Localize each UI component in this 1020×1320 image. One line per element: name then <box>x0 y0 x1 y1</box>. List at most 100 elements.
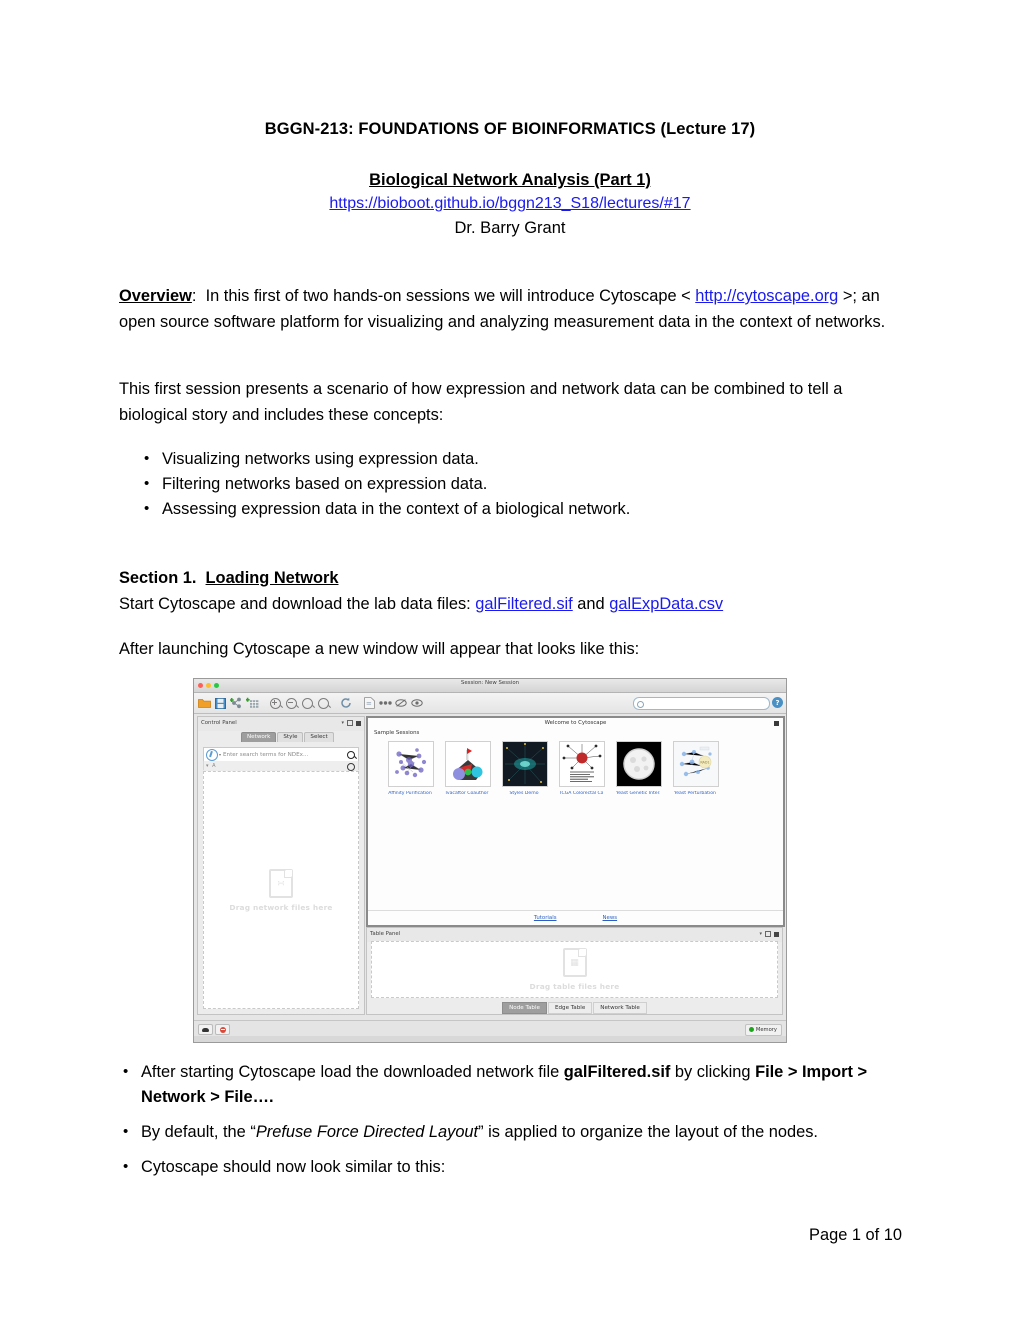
help-icon[interactable]: ? <box>772 697 783 708</box>
tab-edge-table[interactable]: Edge Table <box>547 1002 593 1014</box>
chevron-down-icon[interactable]: ▾ <box>341 720 344 726</box>
list-item: After starting Cytoscape load the downlo… <box>119 1059 904 1110</box>
network-dropzone-label: Drag network files here <box>229 902 333 912</box>
float-panel-icon[interactable] <box>765 931 771 937</box>
chevron-down-icon[interactable]: ▾ <box>759 931 762 937</box>
sample-session-item[interactable]: TCGA Colorectal Can... <box>559 741 605 797</box>
tutorials-link[interactable]: Tutorials <box>534 915 557 921</box>
open-session-icon[interactable] <box>197 696 211 710</box>
yeast-perturbation-thumbnail[interactable]: RAD1 <box>673 741 719 787</box>
section-1-heading: Section 1. Loading Network <box>119 566 891 592</box>
news-link[interactable]: News <box>603 915 618 921</box>
sample-session-item[interactable]: RAD1 Yeast Perturbation <box>673 741 719 797</box>
welcome-panel-title: Welcome to Cytoscape <box>544 720 607 726</box>
ivacaftor-coauthor-thumbnail[interactable] <box>445 741 491 787</box>
sample-session-item[interactable]: Styles Demo <box>502 741 548 797</box>
network-file-icon: ∺ <box>269 868 293 898</box>
search-icon[interactable] <box>347 751 355 759</box>
galexpdata-csv-link[interactable]: galExpData.csv <box>609 595 723 613</box>
close-panel-icon[interactable] <box>356 720 361 726</box>
cytoscape-titlebar: Session: New Session <box>194 679 786 693</box>
zoom-in-icon[interactable] <box>268 696 282 710</box>
welcome-panel-header: Welcome to Cytoscape <box>368 718 783 730</box>
yeast-genetic-interactions-thumbnail[interactable] <box>616 741 662 787</box>
error-status-icon[interactable] <box>215 1024 230 1035</box>
subtitle-block: Biological Network Analysis (Part 1) htt… <box>0 168 1020 240</box>
section-1-body-text: Start Cytoscape and download the lab dat… <box>119 594 476 613</box>
table-dropzone[interactable]: ▦ Drag table files here <box>371 941 778 998</box>
chevron-down-icon[interactable]: ▾ <box>219 752 221 757</box>
tab-network[interactable]: Network <box>241 731 277 742</box>
sample-session-label: TCGA Colorectal Can... <box>559 791 603 796</box>
step-2-text-pre: By default, the “ <box>141 1123 256 1141</box>
cytoscape-screenshot-image: Session: New Session ? Control Panel ▾ N… <box>193 678 787 1043</box>
status-bar: Memory <box>194 1020 786 1036</box>
close-icon[interactable] <box>774 721 779 726</box>
export-image-icon[interactable] <box>362 696 376 710</box>
sample-session-label: Ivacaftor Coauthor <box>445 791 489 796</box>
control-panel-buttons[interactable]: ▾ <box>341 720 361 726</box>
show-all-icon[interactable] <box>410 696 424 710</box>
import-network-icon[interactable] <box>229 696 243 710</box>
close-panel-icon[interactable] <box>774 931 779 937</box>
tab-select[interactable]: Select <box>304 731 334 742</box>
lecture-url-link[interactable]: https://bioboot.github.io/bggn213_S18/le… <box>0 192 1020 216</box>
overview-colon: : <box>191 287 197 305</box>
network-dropzone[interactable]: ∺ Drag network files here <box>203 771 359 1009</box>
global-search-input[interactable] <box>633 697 770 710</box>
float-panel-icon[interactable] <box>347 720 353 726</box>
session-title: Session: New Session <box>460 680 520 686</box>
list-item: Cytoscape should now look similar to thi… <box>119 1154 904 1180</box>
table-panel: Table Panel ▾ ▦ Drag table files here No… <box>366 927 783 1015</box>
share-nodes-glyph: ∺ <box>277 878 285 889</box>
hide-selected-icon[interactable] <box>394 696 408 710</box>
table-panel-buttons[interactable]: ▾ <box>759 931 779 937</box>
document-page: BGGN-213: FOUNDATIONS OF BIOINFORMATICS … <box>0 0 1020 1320</box>
memory-status-badge[interactable]: Memory <box>744 1023 782 1036</box>
import-table-icon[interactable] <box>245 696 259 710</box>
ndex-search-row[interactable]: ▾ Enter search terms for NDEx... <box>203 747 359 762</box>
refresh-icon[interactable] <box>339 696 353 710</box>
svg-text:RAD1: RAD1 <box>700 761 709 765</box>
table-panel-title: Table Panel <box>370 930 401 937</box>
table-panel-tabs: Node Table Edge Table Network Table <box>367 1002 782 1014</box>
tab-network-table[interactable]: Network Table <box>593 1002 647 1014</box>
search-icon <box>637 700 644 708</box>
table-dropzone-label: Drag table files here <box>529 982 620 991</box>
network-filter-row: ▾ A <box>203 761 359 771</box>
gear-icon[interactable] <box>347 762 355 771</box>
control-panel-title: Control Panel <box>201 719 237 726</box>
steps-list: After starting Cytoscape load the downlo… <box>119 1059 904 1190</box>
author-name: Dr. Barry Grant <box>454 219 566 237</box>
sample-session-item[interactable]: Yeast Genetic Interac... <box>616 741 662 797</box>
sample-session-label: Styles Demo <box>509 791 539 796</box>
first-neighbors-icon[interactable] <box>378 696 392 710</box>
sort-icons[interactable]: ▾ A <box>206 763 217 769</box>
cytoscape-workspace: Control Panel ▾ Network Style Select ▾ E… <box>194 714 786 1036</box>
welcome-links: Tutorials News <box>368 915 783 921</box>
table-grid-glyph: ▦ <box>570 958 579 968</box>
tab-node-table[interactable]: Node Table <box>502 1002 547 1014</box>
step-1-filename: galFiltered.sif <box>563 1063 671 1081</box>
tab-style[interactable]: Style <box>277 731 304 742</box>
styles-demo-thumbnail[interactable] <box>502 741 548 787</box>
galfiltered-sif-link[interactable]: galFiltered.sif <box>475 595 572 613</box>
affinity-purification-thumbnail[interactable] <box>388 741 434 787</box>
cloud-status-icon[interactable] <box>198 1024 213 1035</box>
table-panel-header: Table Panel ▾ <box>367 928 782 942</box>
save-session-icon[interactable] <box>213 696 227 710</box>
section-1-body: Start Cytoscape and download the lab dat… <box>119 592 891 618</box>
zoom-fit-selected-icon[interactable] <box>300 696 314 710</box>
launch-paragraph: After launching Cytoscape a new window w… <box>119 640 640 658</box>
zoom-out-icon[interactable] <box>284 696 298 710</box>
step-1-text-pre: After starting Cytoscape load the downlo… <box>141 1063 564 1081</box>
cytoscape-org-link[interactable]: http://cytoscape.org <box>695 287 838 305</box>
sample-session-item[interactable]: Affinity Purification <box>388 741 434 797</box>
sample-session-item[interactable]: Ivacaftor Coauthor <box>445 741 491 797</box>
page-footer: Page 1 of 10 <box>809 1226 902 1244</box>
overview-paragraph: Overview: In this first of two hands-on … <box>119 284 891 335</box>
tcga-colorectal-thumbnail[interactable] <box>559 741 605 787</box>
step-2-text-post: ” is applied to organize the layout of t… <box>478 1123 818 1141</box>
zoom-fit-network-icon[interactable] <box>316 696 330 710</box>
lecture-subtitle: Biological Network Analysis (Part 1) <box>369 171 651 189</box>
